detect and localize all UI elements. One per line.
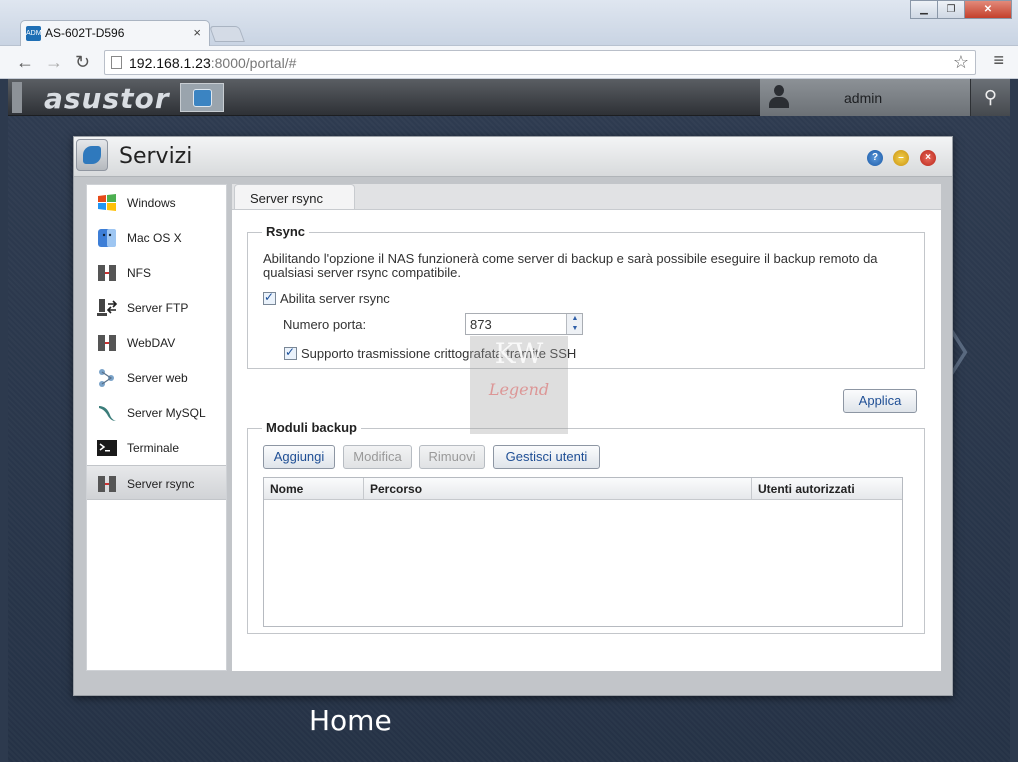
sidebar-item-nfs[interactable]: NFS xyxy=(87,255,226,290)
backup-modules-legend: Moduli backup xyxy=(262,420,361,435)
server-icon xyxy=(98,335,116,351)
enable-rsync-label: Abilita server rsync xyxy=(280,291,390,306)
sidebar-item-label: Mac OS X xyxy=(127,231,182,245)
rsync-description: Abilitando l'opzione il NAS funzionerà c… xyxy=(263,251,878,280)
network-icon xyxy=(99,369,114,387)
minimize-window-button[interactable]: ▁ xyxy=(910,0,938,19)
close-window-button[interactable]: ✕ xyxy=(964,0,1012,19)
panel-tab-strip: Server rsync xyxy=(232,184,941,210)
edit-module-button[interactable]: Modifica xyxy=(343,445,412,469)
sidebar-item-label: Server MySQL xyxy=(127,406,206,420)
user-icon xyxy=(768,85,790,109)
help-icon[interactable]: ? xyxy=(867,150,883,166)
terminal-icon xyxy=(97,440,117,456)
remove-module-button[interactable]: Rimuovi xyxy=(419,445,485,469)
sidebar-item-server-mysql[interactable]: Server MySQL xyxy=(87,395,226,430)
next-page-chevron-icon[interactable]: 〉 xyxy=(946,312,998,387)
spin-up-icon[interactable]: ▲ xyxy=(567,314,583,324)
services-app-button[interactable] xyxy=(180,83,224,112)
minimize-icon[interactable]: – xyxy=(893,150,909,166)
sidebar-item-label: Server rsync xyxy=(127,477,195,491)
rsync-legend: Rsync xyxy=(262,224,310,239)
asustor-favicon-icon: ADM xyxy=(26,26,42,41)
home-label: Home xyxy=(309,704,392,737)
table-header: Nome Percorso Utenti autorizzati xyxy=(264,478,902,500)
sidebar-item-server-rsync[interactable]: Server rsync xyxy=(87,465,226,500)
maximize-window-button[interactable]: ❐ xyxy=(937,0,965,19)
spin-buttons: ▲ ▼ xyxy=(566,314,582,334)
back-arrow-icon[interactable]: ← xyxy=(16,52,34,73)
enable-rsync-checkbox[interactable]: Abilita server rsync xyxy=(263,290,390,306)
url-text: 192.168.1.23:8000/portal/# xyxy=(129,55,297,71)
sidebar-item-label: Windows xyxy=(127,196,176,210)
dolphin-icon xyxy=(99,406,116,421)
forward-arrow-icon[interactable]: → xyxy=(45,52,63,73)
browser-menu-icon[interactable]: ≡ xyxy=(993,50,1004,71)
browser-tab-title: AS-602T-D596 xyxy=(45,26,125,40)
window-titlebar[interactable]: Servizi ? – × xyxy=(74,137,952,177)
services-sidebar: Windows Mac OS X NFS Server FTP WebDAV S… xyxy=(86,184,227,671)
bookmark-star-icon[interactable]: ☆ xyxy=(953,52,969,73)
server-icon xyxy=(98,476,116,492)
finder-icon xyxy=(98,229,116,247)
user-menu[interactable]: admin xyxy=(760,79,970,116)
server-icon xyxy=(98,265,116,281)
manage-users-button[interactable]: Gestisci utenti xyxy=(493,445,600,469)
backup-modules-group: Moduli backup Aggiungi Modifica Rimuovi … xyxy=(247,420,925,634)
port-value: 873 xyxy=(470,317,492,332)
port-number-stepper[interactable]: 873 ▲ ▼ xyxy=(465,313,583,335)
sidebar-item-label: Terminale xyxy=(127,441,180,455)
sidebar-item-label: Server FTP xyxy=(127,301,189,315)
page-icon xyxy=(111,56,122,69)
checkbox-checked-icon xyxy=(284,345,297,360)
close-tab-icon[interactable]: × xyxy=(193,25,201,40)
sidebar-item-label: NFS xyxy=(127,266,151,280)
sidebar-item-label: WebDAV xyxy=(127,336,176,350)
reload-icon[interactable]: ↻ xyxy=(75,52,90,73)
window-title: Servizi xyxy=(119,144,193,169)
port-label: Numero porta: xyxy=(283,317,367,332)
search-icon[interactable]: ⚲ xyxy=(970,79,1010,116)
services-app-icon xyxy=(193,89,212,107)
browser-tab-strip: ADM AS-602T-D596 × ▁ ❐ ✕ xyxy=(0,0,1018,46)
window-controls: ▁ ❐ ✕ xyxy=(910,0,1012,19)
column-header-utenti-autorizzati[interactable]: Utenti autorizzati xyxy=(752,478,902,500)
services-window-icon xyxy=(76,139,108,171)
tab-label: Server rsync xyxy=(250,191,323,206)
address-bar[interactable]: 192.168.1.23:8000/portal/# ☆ xyxy=(104,50,976,75)
rsync-group: Rsync Abilitando l'opzione il NAS funzio… xyxy=(247,224,925,369)
sidebar-item-webdav[interactable]: WebDAV xyxy=(87,325,226,360)
tab-server-rsync[interactable]: Server rsync xyxy=(234,184,355,210)
close-icon[interactable]: × xyxy=(920,150,936,166)
spin-down-icon[interactable]: ▼ xyxy=(567,324,583,334)
ssh-encryption-checkbox[interactable]: Supporto trasmissione crittografata tram… xyxy=(284,345,577,361)
backup-modules-table: Nome Percorso Utenti autorizzati xyxy=(263,477,903,627)
ftp-icon xyxy=(97,299,118,316)
add-module-button[interactable]: Aggiungi xyxy=(263,445,335,469)
sidebar-item-server-ftp[interactable]: Server FTP xyxy=(87,290,226,325)
browser-toolbar: ← → ↻ 192.168.1.23:8000/portal/# ☆ ≡ xyxy=(0,46,1018,79)
sidebar-item-terminale[interactable]: Terminale xyxy=(87,430,226,465)
column-header-nome[interactable]: Nome xyxy=(264,478,364,500)
checkbox-checked-icon xyxy=(263,290,276,305)
apply-button[interactable]: Applica xyxy=(843,389,917,413)
main-panel: Server rsync Rsync Abilitando l'opzione … xyxy=(232,184,941,671)
services-window: Servizi ? – × Windows Mac OS X NFS Serve… xyxy=(73,136,953,696)
adm-taskbar: asustor admin ⚲ xyxy=(8,79,1010,116)
taskbar-grip xyxy=(12,82,22,113)
sidebar-item-server-web[interactable]: Server web xyxy=(87,360,226,395)
sidebar-item-macos[interactable]: Mac OS X xyxy=(87,220,226,255)
panel-content: Rsync Abilitando l'opzione il NAS funzio… xyxy=(232,209,941,671)
sidebar-item-windows[interactable]: Windows xyxy=(87,185,226,220)
browser-tab[interactable]: ADM AS-602T-D596 × xyxy=(20,20,210,46)
ssh-encryption-label: Supporto trasmissione crittografata tram… xyxy=(301,346,577,361)
asustor-logo: asustor xyxy=(44,82,170,115)
column-header-percorso[interactable]: Percorso xyxy=(364,478,752,500)
user-name: admin xyxy=(844,90,883,106)
sidebar-item-label: Server web xyxy=(127,371,188,385)
windows-icon xyxy=(98,194,116,211)
new-tab-button[interactable] xyxy=(209,26,245,42)
